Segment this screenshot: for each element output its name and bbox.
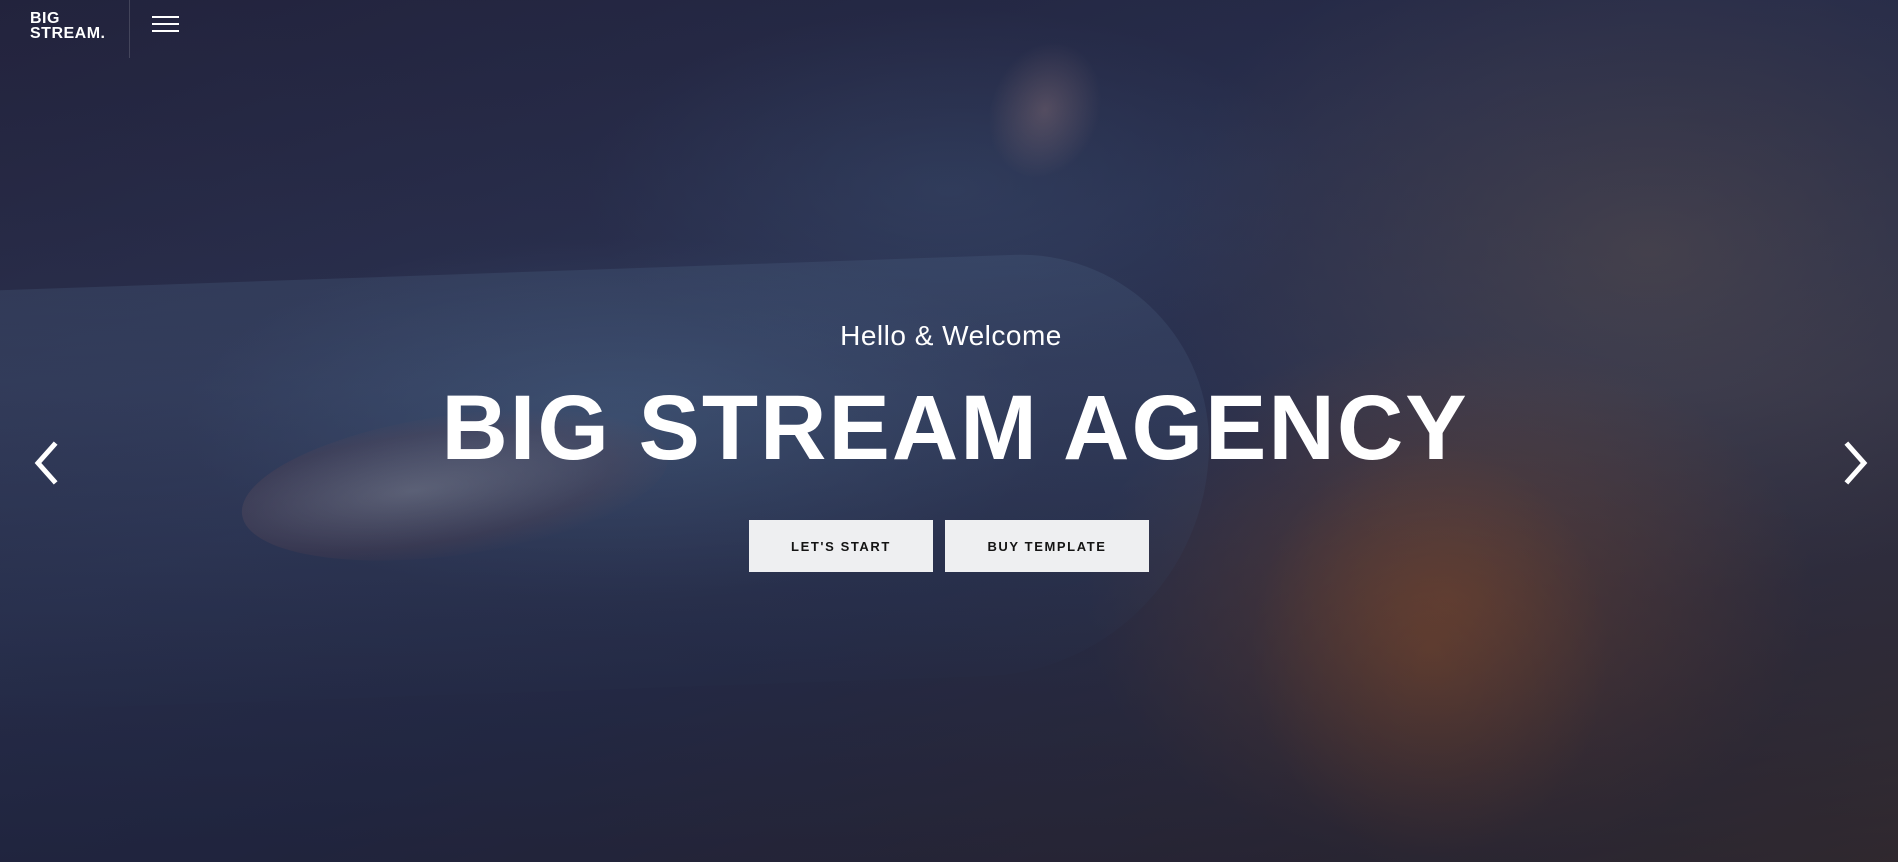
menu-bar [151,23,179,25]
menu-bar [151,30,179,32]
hero-subtitle: Hello & Welcome [840,320,1062,351]
hero-section: BIG STREAM. Hello & Welcome BIG STREAM A… [0,0,1898,862]
logo-line-2: STREAM. [30,25,106,42]
site-logo[interactable]: BIG STREAM. [0,0,130,58]
hamburger-menu-icon[interactable] [130,0,200,58]
top-navbar: BIG STREAM. [0,0,200,58]
hero-title: BIG STREAM AGENCY [441,377,1469,479]
hero-buttons: LET'S START BUY TEMPLATE [0,520,1898,572]
menu-bar [151,16,179,18]
buy-template-button[interactable]: BUY TEMPLATE [945,520,1149,572]
logo-line-1: BIG [30,10,60,27]
hero-content: Hello & Welcome BIG STREAM AGENCY LET'S … [0,320,1898,572]
lets-start-button[interactable]: LET'S START [749,520,933,572]
